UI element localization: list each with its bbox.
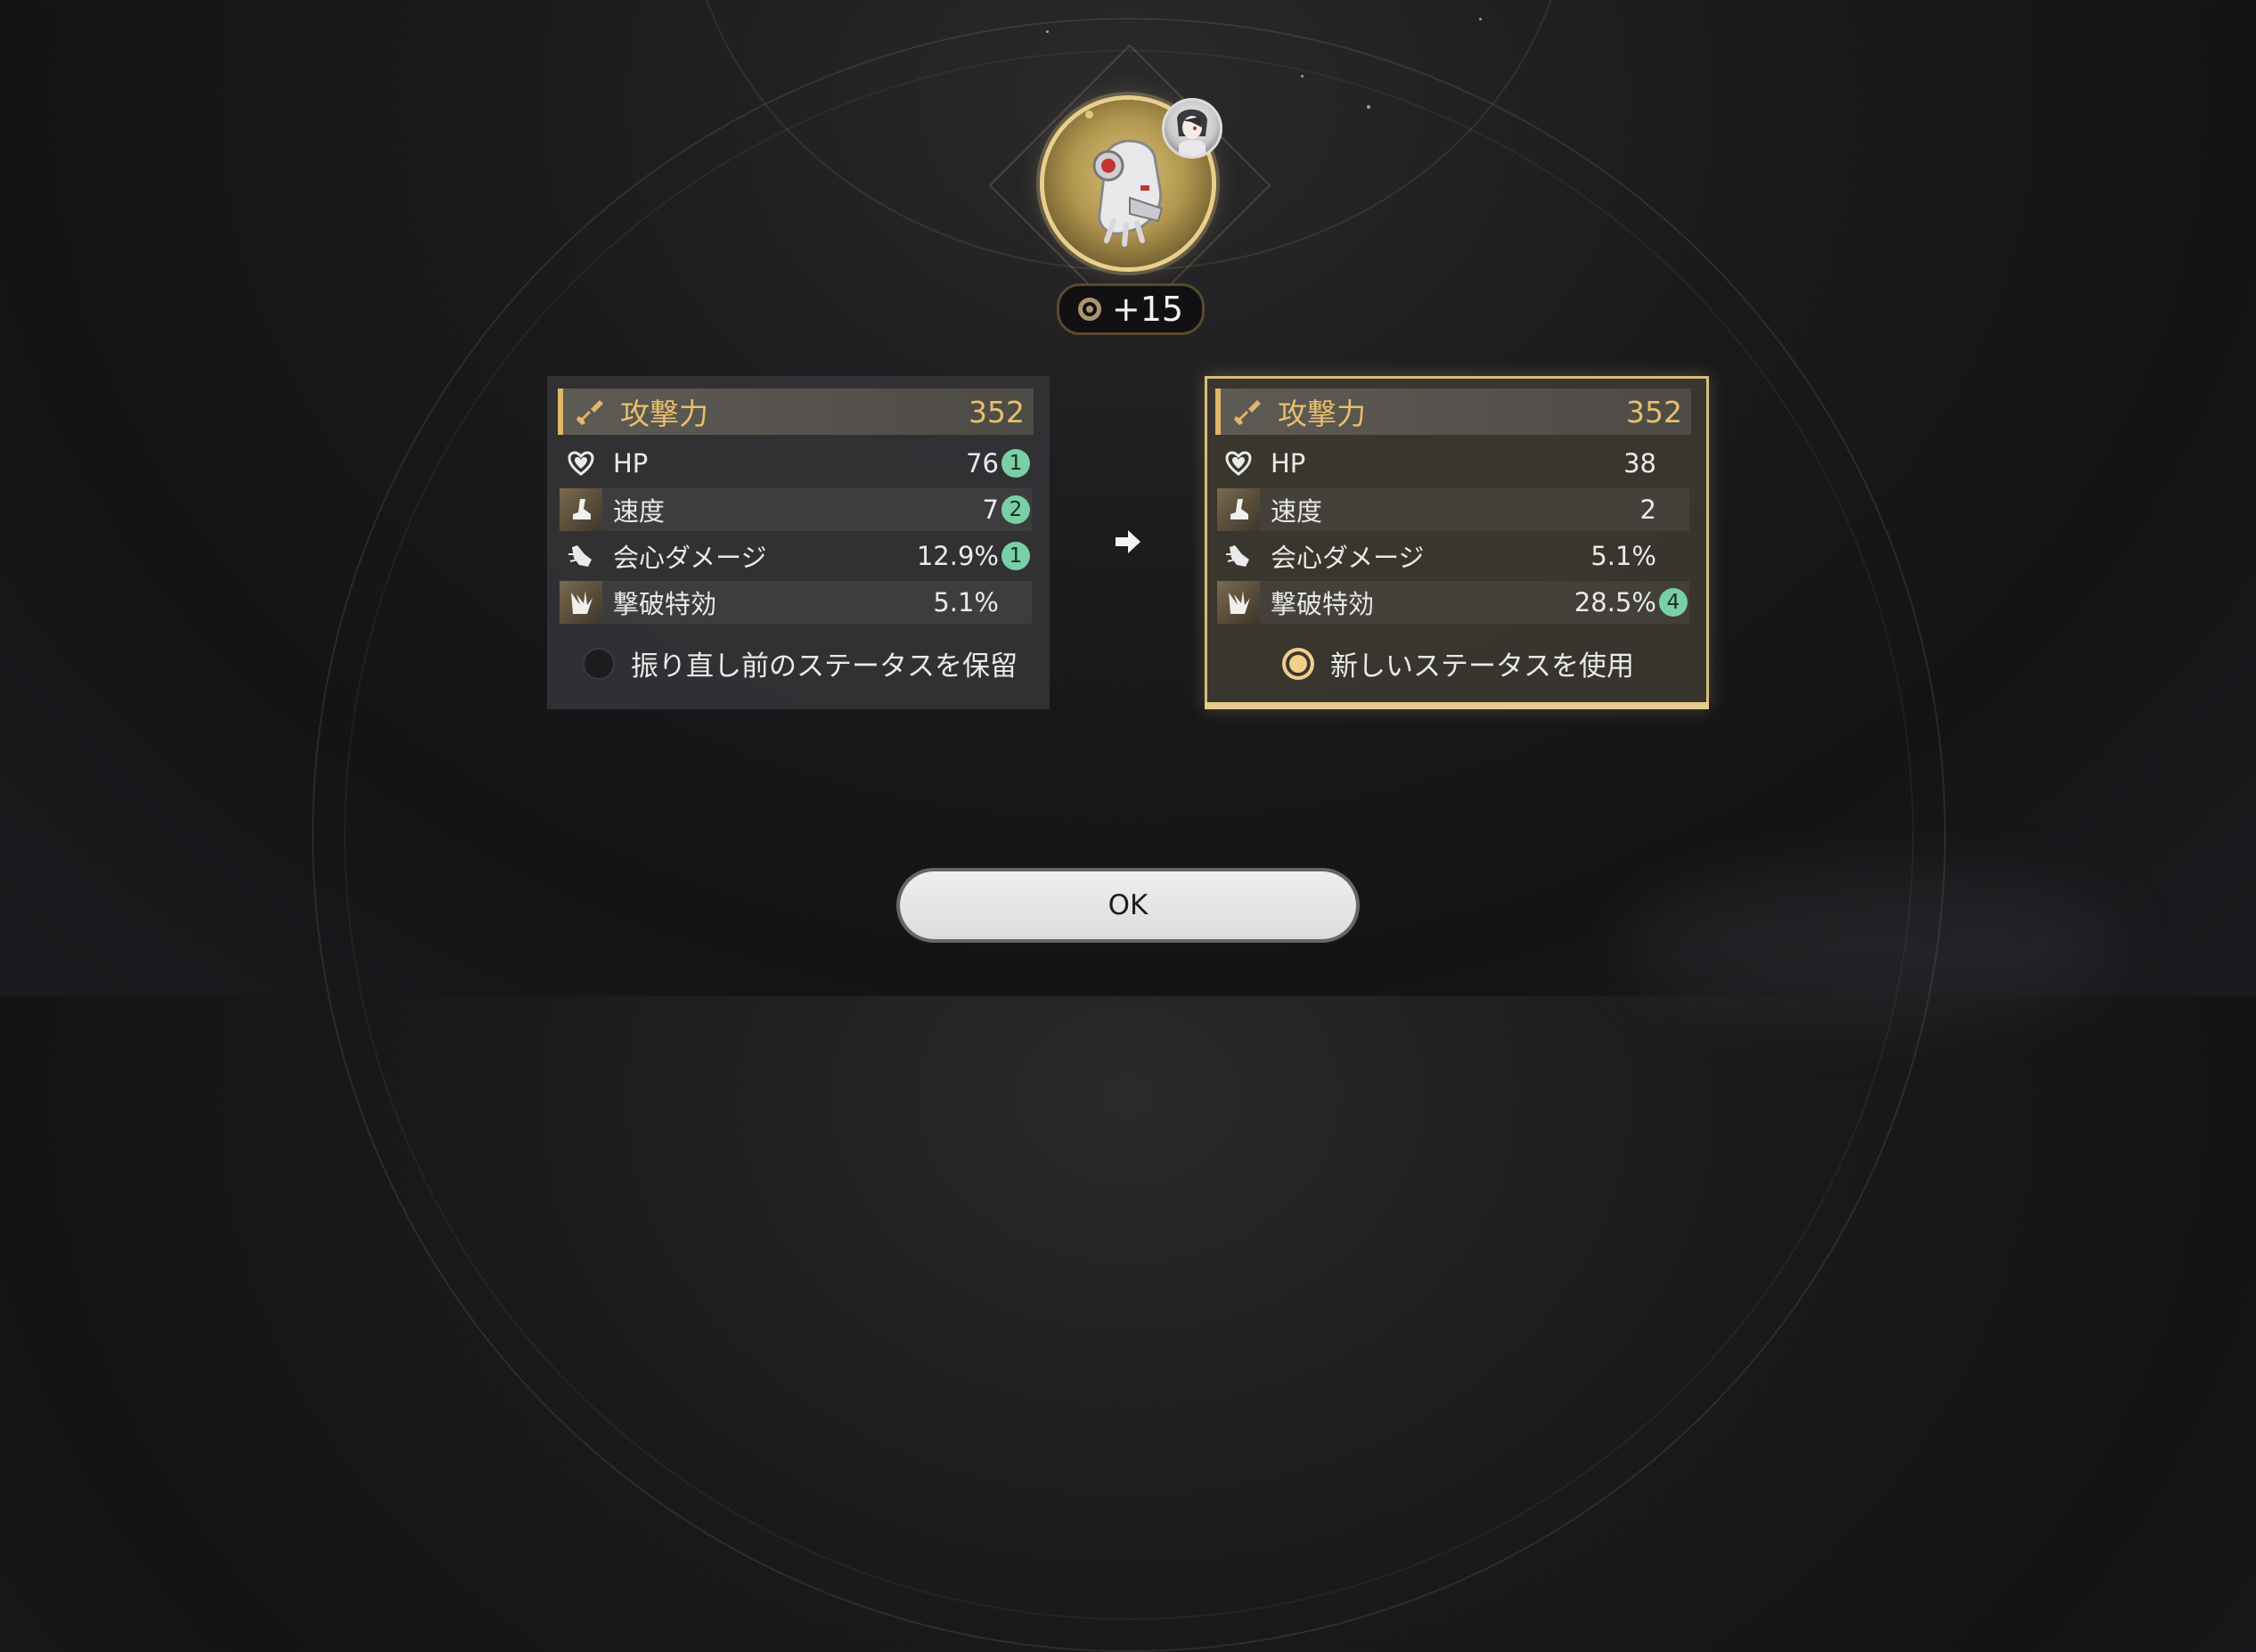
relic-level-badge: +15 [1057, 283, 1205, 335]
substat-row-spd: 速度 7 2 [560, 488, 1032, 531]
use-new-radio[interactable] [1282, 647, 1314, 680]
substat-name: 撃破特効 [613, 589, 717, 619]
break-effect-icon [560, 581, 602, 624]
character-avatar-icon [1162, 98, 1222, 159]
substat-row-spd: 速度 2 [1217, 488, 1689, 531]
sword-icon [570, 392, 609, 431]
substat-row-hp: HP 38 [1217, 442, 1689, 485]
substat-row-break-effect: 撃破特効 5.1% [560, 581, 1032, 624]
arrow-right-icon [1112, 526, 1144, 558]
substat-value: 12.9% [916, 541, 999, 571]
boot-icon [1217, 488, 1260, 531]
substat-name: HP [1271, 448, 1306, 478]
substat-name: 会心ダメージ [1271, 543, 1425, 573]
substat-value: 5.1% [1590, 541, 1656, 571]
crit-damage-icon [560, 535, 602, 577]
ok-button[interactable]: OK [900, 871, 1356, 939]
heart-icon [560, 442, 602, 485]
main-stat-value: 352 [969, 394, 1025, 429]
substat-value: 5.1% [933, 587, 999, 617]
substat-row-crit-dmg: 会心ダメージ 5.1% [1217, 535, 1689, 577]
substat-value: 7 [982, 495, 999, 525]
substat-row-hp: HP 76 1 [560, 442, 1032, 485]
main-stat-name: 攻撃力 [620, 397, 708, 431]
main-stat-row: 攻撃力 352 [1215, 388, 1691, 435]
substat-value: 76 [966, 448, 999, 478]
main-stat-accent-bar [558, 388, 563, 435]
substat-row-break-effect: 撃破特効 28.5% 4 [1217, 581, 1689, 624]
boot-icon [560, 488, 602, 531]
main-stat-name: 攻撃力 [1278, 397, 1366, 431]
crit-damage-icon [1217, 535, 1260, 577]
roll-count-badge: 1 [1001, 542, 1030, 570]
old-stats-panel[interactable]: 攻撃力 352 HP 76 1 速度 7 2 会心ダメージ 12.9% 1 撃破… [547, 376, 1050, 709]
substat-value: 38 [1623, 448, 1656, 478]
break-effect-icon [1217, 581, 1260, 624]
substat-name: 撃破特効 [1271, 589, 1375, 619]
substat-name: 速度 [1271, 496, 1323, 527]
use-new-stats-option[interactable]: 新しいステータスを使用 [1207, 643, 1706, 683]
relic-level: +15 [1111, 290, 1184, 329]
background-star [1367, 105, 1370, 109]
roll-count-badge: 1 [1001, 449, 1030, 478]
use-new-label: 新しいステータスを使用 [1330, 650, 1634, 683]
new-stats-panel[interactable]: 攻撃力 352 HP 38 速度 2 会心ダメージ 5.1% 撃破特効 28.5… [1205, 376, 1709, 709]
relic-level-ring-icon [1077, 298, 1101, 321]
main-stat-row: 攻撃力 352 [558, 388, 1034, 435]
relic-indicator-dot [1085, 110, 1093, 119]
substat-name: HP [613, 448, 649, 478]
heart-icon [1217, 442, 1260, 485]
main-stat-accent-bar [1215, 388, 1221, 435]
substat-value: 2 [1639, 495, 1656, 525]
sword-icon [1228, 392, 1267, 431]
roll-count-badge: 4 [1659, 588, 1688, 617]
keep-old-label: 振り直し前のステータスを保留 [631, 650, 1018, 683]
substat-row-crit-dmg: 会心ダメージ 12.9% 1 [560, 535, 1032, 577]
roll-count-badge: 2 [1001, 495, 1030, 524]
background-star [1479, 18, 1482, 20]
keep-old-radio[interactable] [583, 647, 615, 680]
substat-name: 速度 [613, 496, 666, 527]
background-glow [1622, 873, 2121, 1016]
background-star [1301, 75, 1304, 78]
main-stat-value: 352 [1626, 394, 1682, 429]
background-star [1046, 30, 1049, 33]
substat-value: 28.5% [1573, 587, 1656, 617]
substat-name: 会心ダメージ [613, 543, 767, 573]
keep-old-stats-option[interactable]: 振り直し前のステータスを保留 [547, 643, 1050, 683]
